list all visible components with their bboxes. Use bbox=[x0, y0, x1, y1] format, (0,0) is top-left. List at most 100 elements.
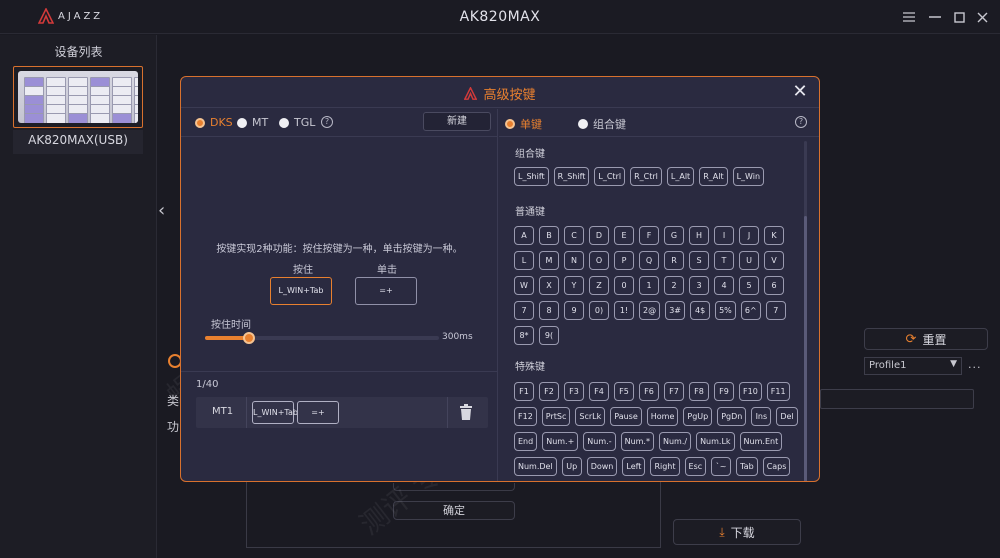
key-end-button[interactable]: End bbox=[514, 432, 538, 451]
key-6-button[interactable]: 6^ bbox=[740, 301, 761, 320]
key-k-button[interactable]: K bbox=[764, 226, 784, 245]
key-num-del-button[interactable]: Num.Del bbox=[514, 457, 557, 476]
key-f10-button[interactable]: F10 bbox=[739, 382, 762, 401]
trash-icon[interactable] bbox=[459, 404, 473, 420]
hold-time-slider[interactable] bbox=[205, 332, 439, 344]
help-button[interactable]: ? bbox=[795, 116, 807, 128]
key-x-button[interactable]: X bbox=[539, 276, 559, 295]
key-5-button[interactable]: 5% bbox=[715, 301, 736, 320]
list-item[interactable]: MT1 L_WIN+Tab =+ bbox=[196, 397, 488, 428]
key-4-button[interactable]: 4 bbox=[714, 276, 734, 295]
key-pgup-button[interactable]: PgUp bbox=[683, 407, 713, 426]
key-4-button[interactable]: 4$ bbox=[690, 301, 711, 320]
key-left-button[interactable]: Left bbox=[622, 457, 646, 476]
key-num-button[interactable]: Num.- bbox=[583, 432, 616, 451]
reset-button[interactable]: ⟳ 重置 bbox=[864, 328, 988, 350]
key-3-button[interactable]: 3 bbox=[689, 276, 709, 295]
confirm-button[interactable]: 确定 bbox=[393, 501, 515, 520]
more-options-button[interactable]: ... bbox=[968, 358, 982, 371]
key-f2-button[interactable]: F2 bbox=[539, 382, 559, 401]
key-8-button[interactable]: 8* bbox=[514, 326, 534, 345]
key-num-button[interactable]: Num./ bbox=[658, 432, 692, 451]
key-l-shift-button[interactable]: L_Shift bbox=[514, 167, 549, 186]
key-f1-button[interactable]: F1 bbox=[514, 382, 534, 401]
key-q-button[interactable]: Q bbox=[639, 251, 659, 270]
key-e-button[interactable]: E bbox=[614, 226, 634, 245]
key-7-button[interactable]: 7 bbox=[514, 301, 534, 320]
key-r-ctrl-button[interactable]: R_Ctrl bbox=[630, 167, 662, 186]
key-o-button[interactable]: O bbox=[589, 251, 609, 270]
close-icon[interactable] bbox=[971, 6, 993, 28]
mode-dks-radio[interactable]: DKS bbox=[195, 116, 233, 129]
key-f8-button[interactable]: F8 bbox=[689, 382, 709, 401]
type-combo-radio[interactable]: 组合键 bbox=[578, 116, 626, 132]
help-button[interactable]: ? bbox=[321, 116, 333, 128]
key-2-button[interactable]: 2@ bbox=[639, 301, 661, 320]
key-3-button[interactable]: 3# bbox=[665, 301, 686, 320]
new-button[interactable]: 新建 bbox=[423, 112, 491, 131]
key-pause-button[interactable]: Pause bbox=[610, 407, 642, 426]
key-l-button[interactable]: L bbox=[514, 251, 534, 270]
hold-key-slot[interactable]: L_WIN+Tab bbox=[270, 277, 332, 305]
key-5-button[interactable]: 5 bbox=[739, 276, 759, 295]
key-f3-button[interactable]: F3 bbox=[564, 382, 584, 401]
key-a-button[interactable]: A bbox=[514, 226, 534, 245]
key-f9-button[interactable]: F9 bbox=[714, 382, 734, 401]
key-esc-button[interactable]: Esc bbox=[684, 457, 707, 476]
key-f5-button[interactable]: F5 bbox=[614, 382, 634, 401]
key-right-button[interactable]: Right bbox=[650, 457, 680, 476]
menu-icon[interactable] bbox=[898, 6, 920, 28]
key-i-button[interactable]: I bbox=[714, 226, 734, 245]
key-v-button[interactable]: V bbox=[764, 251, 784, 270]
key-home-button[interactable]: Home bbox=[646, 407, 679, 426]
key-m-button[interactable]: M bbox=[539, 251, 559, 270]
key-1-button[interactable]: 1! bbox=[614, 301, 634, 320]
key-l-win-button[interactable]: L_Win bbox=[732, 167, 765, 186]
key-u-button[interactable]: U bbox=[739, 251, 759, 270]
key-l-ctrl-button[interactable]: L_Ctrl bbox=[594, 167, 626, 186]
key-8-button[interactable]: 8 bbox=[539, 301, 559, 320]
key-b-button[interactable]: B bbox=[539, 226, 559, 245]
key-r-button[interactable]: R bbox=[664, 251, 684, 270]
mode-mt-radio[interactable]: MT bbox=[237, 116, 268, 129]
key-num-ent-button[interactable]: Num.Ent bbox=[739, 432, 783, 451]
key-num-button[interactable]: Num.+ bbox=[542, 432, 579, 451]
key-caps-button[interactable]: Caps bbox=[762, 457, 791, 476]
key-0-button[interactable]: 0) bbox=[589, 301, 609, 320]
key-9-button[interactable]: 9 bbox=[564, 301, 584, 320]
key-1-button[interactable]: 1 bbox=[639, 276, 659, 295]
key--button[interactable]: `~ bbox=[711, 457, 732, 476]
key-l-alt-button[interactable]: L_Alt bbox=[666, 167, 695, 186]
key-s-button[interactable]: S bbox=[689, 251, 709, 270]
key-ins-button[interactable]: Ins bbox=[751, 407, 772, 426]
prev-arrow-icon[interactable]: ‹ bbox=[158, 200, 165, 221]
key-c-button[interactable]: C bbox=[564, 226, 584, 245]
key-t-button[interactable]: T bbox=[714, 251, 734, 270]
key-9-button[interactable]: 9( bbox=[539, 326, 559, 345]
key-num-button[interactable]: Num.* bbox=[620, 432, 654, 451]
key-w-button[interactable]: W bbox=[514, 276, 534, 295]
key-f4-button[interactable]: F4 bbox=[589, 382, 609, 401]
mode-tgl-radio[interactable]: TGL bbox=[279, 116, 315, 129]
key-g-button[interactable]: G bbox=[664, 226, 684, 245]
key-f11-button[interactable]: F11 bbox=[766, 382, 790, 401]
key-f6-button[interactable]: F6 bbox=[639, 382, 659, 401]
entry-tap-key[interactable]: =+ bbox=[297, 401, 339, 424]
entry-hold-key[interactable]: L_WIN+Tab bbox=[252, 401, 298, 424]
key-tab-button[interactable]: Tab bbox=[736, 457, 758, 476]
key-y-button[interactable]: Y bbox=[564, 276, 584, 295]
maximize-icon[interactable] bbox=[948, 6, 970, 28]
key-f7-button[interactable]: F7 bbox=[664, 382, 684, 401]
key-j-button[interactable]: J bbox=[739, 226, 759, 245]
slider-thumb[interactable] bbox=[243, 332, 256, 344]
key-up-button[interactable]: Up bbox=[561, 457, 582, 476]
key-z-button[interactable]: Z bbox=[589, 276, 609, 295]
key-r-shift-button[interactable]: R_Shift bbox=[553, 167, 590, 186]
type-single-radio[interactable]: 单键 bbox=[505, 116, 542, 132]
key-r-alt-button[interactable]: R_Alt bbox=[699, 167, 728, 186]
scrollbar-thumb[interactable] bbox=[804, 216, 807, 481]
bg-input-field[interactable] bbox=[820, 389, 974, 409]
key-0-button[interactable]: 0 bbox=[614, 276, 634, 295]
key-del-button[interactable]: Del bbox=[776, 407, 798, 426]
key-num-lk-button[interactable]: Num.Lk bbox=[696, 432, 735, 451]
